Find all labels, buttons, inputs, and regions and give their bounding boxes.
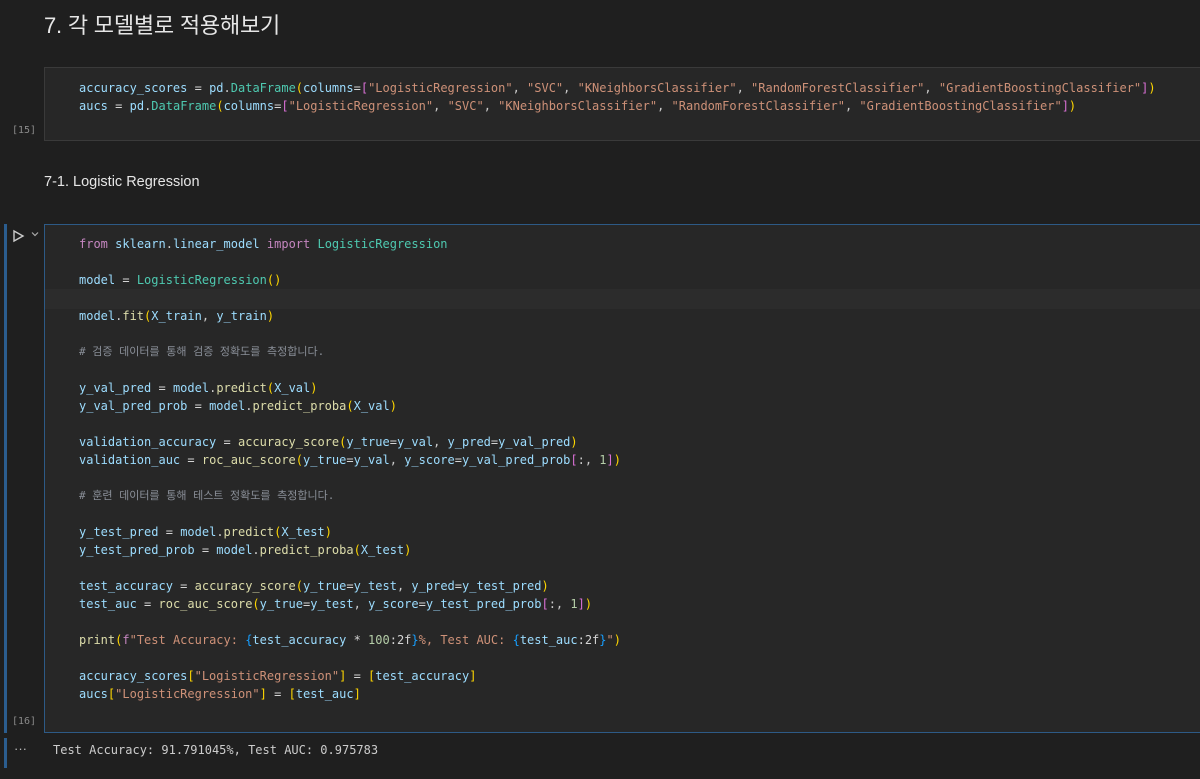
more-actions-icon[interactable]: ··· bbox=[14, 741, 27, 756]
cell-focus-bar bbox=[4, 224, 7, 733]
code-line: validation_auc = roc_auc_score(y_true=y_… bbox=[79, 453, 621, 467]
play-icon[interactable] bbox=[11, 229, 25, 243]
code-line: y_val_pred = model.predict(X_val) bbox=[79, 381, 318, 395]
code-line: validation_accuracy = accuracy_score(y_t… bbox=[79, 435, 578, 449]
chevron-down-icon[interactable] bbox=[30, 229, 40, 242]
code-comment: # 검증 데이터를 통해 검증 정확도를 측정합니다. bbox=[79, 345, 325, 358]
execution-count: [15] bbox=[12, 125, 37, 136]
code-line: y_test_pred_prob = model.predict_proba(X… bbox=[79, 543, 412, 557]
code-line: accuracy_scores = pd.DataFrame(columns=[… bbox=[79, 81, 1156, 95]
output-focus-bar bbox=[4, 738, 7, 768]
markdown-heading-logistic: 7-1. Logistic Regression bbox=[44, 174, 200, 190]
code-line: y_val_pred_prob = model.predict_proba(X_… bbox=[79, 399, 397, 413]
code-line: print(f"Test Accuracy: {test_accuracy * … bbox=[79, 633, 621, 647]
markdown-heading-models: 7. 각 모델별로 적용해보기 bbox=[44, 13, 281, 38]
code-line: accuracy_scores["LogisticRegression"] = … bbox=[79, 669, 477, 683]
code-line: model = LogisticRegression() bbox=[79, 273, 282, 287]
code-line: aucs = pd.DataFrame(columns=["LogisticRe… bbox=[79, 99, 1077, 113]
code-line: model.fit(X_train, y_train) bbox=[79, 309, 275, 323]
code-line: test_auc = roc_auc_score(y_true=y_test, … bbox=[79, 597, 593, 611]
cell-output: Test Accuracy: 91.791045%, Test AUC: 0.9… bbox=[53, 743, 379, 757]
code-cell-16[interactable]: from sklearn.linear_model import Logisti… bbox=[44, 224, 1200, 733]
code-cell-15[interactable]: accuracy_scores = pd.DataFrame(columns=[… bbox=[44, 67, 1200, 141]
execution-count: [16] bbox=[12, 716, 37, 727]
current-line-highlight bbox=[45, 289, 1200, 309]
code-line: aucs["LogisticRegression"] = [test_auc] bbox=[79, 687, 361, 701]
code-line: test_accuracy = accuracy_score(y_true=y_… bbox=[79, 579, 549, 593]
code-comment: # 훈련 데이터를 통해 테스트 정확도를 측정합니다. bbox=[79, 489, 335, 502]
code-line: from sklearn.linear_model import Logisti… bbox=[79, 237, 448, 251]
code-line: y_test_pred = model.predict(X_test) bbox=[79, 525, 332, 539]
